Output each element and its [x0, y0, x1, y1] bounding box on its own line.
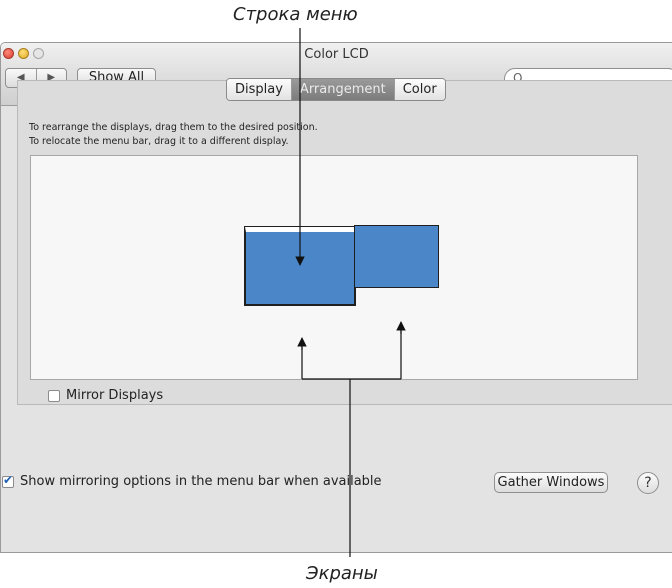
gather-windows-button[interactable]: Gather Windows	[494, 472, 608, 493]
mirror-displays-row: Mirror Displays	[48, 388, 163, 403]
mirror-displays-label: Mirror Displays	[66, 388, 164, 403]
mirror-displays-checkbox[interactable]	[48, 389, 60, 402]
window-title: Color LCD	[304, 47, 369, 62]
annotation-displays: Экраны	[306, 563, 378, 584]
help-button[interactable]: ?	[637, 472, 659, 494]
tab-bar: Display Arrangement Color	[226, 78, 446, 101]
tab-color[interactable]: Color	[394, 79, 445, 100]
secondary-display[interactable]	[354, 225, 439, 288]
show-mirroring-row: Show mirroring options in the menu bar w…	[2, 473, 382, 489]
tab-arrangement[interactable]: Arrangement	[291, 79, 395, 100]
show-mirroring-checkbox[interactable]	[2, 473, 14, 488]
annotation-menu-bar: Строка меню	[233, 4, 358, 25]
main-display[interactable]	[244, 226, 356, 306]
instruction-rearrange: To rearrange the displays, drag them to …	[29, 122, 318, 133]
instruction-relocate-menu-bar: To relocate the menu bar, drag it to a d…	[29, 136, 289, 147]
tab-display[interactable]: Display	[227, 79, 292, 100]
show-mirroring-label: Show mirroring options in the menu bar w…	[20, 474, 382, 489]
